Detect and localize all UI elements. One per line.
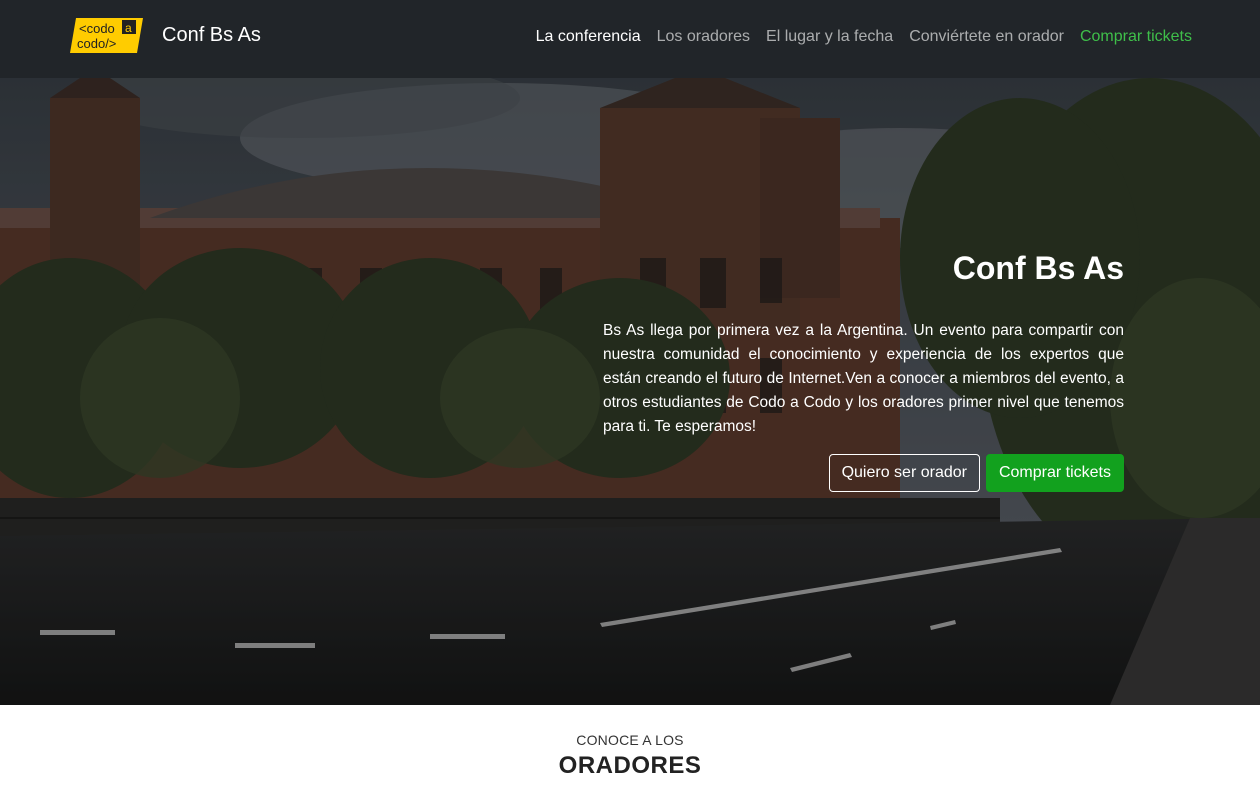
- nav-links: La conferencia Los oradores El lugar y l…: [536, 26, 1192, 48]
- navbar: <codo a codo/> Conf Bs As La conferencia…: [0, 0, 1260, 78]
- codo-a-codo-logo[interactable]: <codo a codo/>: [70, 18, 143, 53]
- svg-text:a: a: [125, 21, 132, 35]
- buy-tickets-button[interactable]: Comprar tickets: [985, 454, 1124, 492]
- speakers-section: CONOCE A LOS ORADORES: [0, 705, 1260, 792]
- speakers-pretitle: CONOCE A LOS: [576, 732, 684, 748]
- hero-title: Conf Bs As: [952, 250, 1124, 286]
- nav-link-comprar-tickets[interactable]: Comprar tickets: [1080, 26, 1192, 48]
- become-speaker-button[interactable]: Quiero ser orador: [828, 454, 980, 492]
- svg-text:codo/>: codo/>: [77, 36, 116, 51]
- svg-text:<codo: <codo: [79, 21, 115, 36]
- nav-link-el-lugar-y-la-fecha[interactable]: El lugar y la fecha: [766, 26, 893, 48]
- hero-section: Conf Bs As Bs As llega por primera vez a…: [0, 78, 1260, 705]
- hero-description: Bs As llega por primera vez a la Argenti…: [603, 322, 1124, 435]
- nav-link-conviertete-en-orador[interactable]: Conviértete en orador: [909, 26, 1064, 48]
- brand-name[interactable]: Conf Bs As: [162, 22, 261, 48]
- hero-buttons: Quiero ser orador Comprar tickets: [828, 454, 1124, 492]
- nav-link-la-conferencia[interactable]: La conferencia: [536, 26, 641, 48]
- nav-link-los-oradores[interactable]: Los oradores: [657, 26, 750, 48]
- speakers-title: ORADORES: [558, 752, 702, 779]
